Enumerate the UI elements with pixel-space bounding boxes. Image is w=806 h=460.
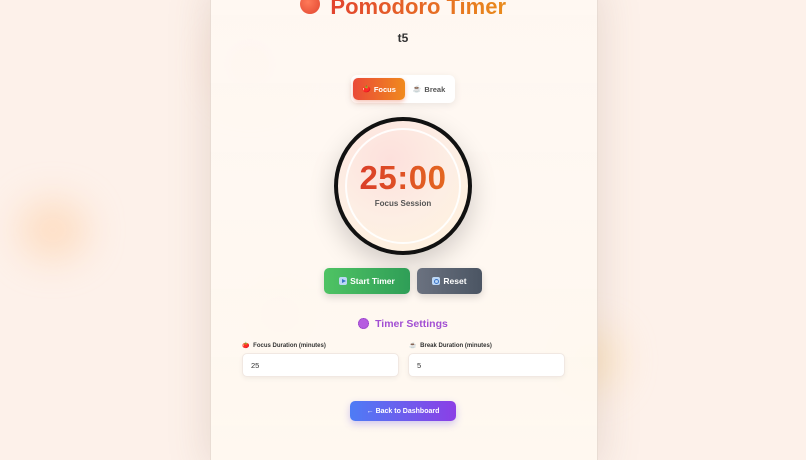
break-mode-label: Break — [424, 84, 446, 94]
page-title: Pomodoro Timer — [330, 0, 506, 19]
break-duration-label-text: Break Duration (minutes) — [420, 343, 492, 349]
break-mode-button[interactable]: ☕ Break — [405, 78, 453, 100]
reset-button[interactable]: Reset — [417, 268, 482, 294]
focus-mode-button[interactable]: 🍅 Focus — [353, 78, 405, 100]
timer-countdown: 25:00 — [338, 159, 468, 197]
settings-title: Timer Settings — [375, 318, 448, 330]
start-timer-button[interactable]: Start Timer — [324, 268, 410, 294]
timer-display: 25:00 Focus Session — [334, 117, 472, 255]
start-timer-label: Start Timer — [350, 276, 395, 286]
session-name: t5 — [397, 31, 409, 45]
play-icon — [339, 277, 348, 285]
coffee-icon: ☕ — [412, 86, 422, 93]
back-to-dashboard-button[interactable]: ← Back to Dashboard — [350, 401, 456, 421]
timer-session-label: Focus Session — [374, 199, 432, 208]
focus-duration-input[interactable] — [242, 353, 399, 377]
break-duration-input[interactable] — [408, 353, 565, 377]
back-to-dashboard-label: ← Back to Dashboard — [366, 407, 440, 415]
reset-icon — [432, 277, 441, 285]
gear-icon — [358, 317, 370, 329]
tomato-icon — [299, 0, 320, 14]
focus-mode-label: Focus — [373, 84, 396, 94]
background-blob — [18, 200, 88, 260]
page-header: Pomodoro Timer — [0, 0, 806, 20]
reset-label: Reset — [443, 276, 467, 286]
tomato-icon: 🍅 — [242, 343, 250, 349]
focus-duration-label-text: Focus Duration (minutes) — [253, 343, 326, 349]
coffee-icon: ☕ — [409, 343, 417, 349]
mode-toggle: 🍅 Focus ☕ Break — [351, 75, 455, 103]
tomato-icon: 🍅 — [362, 86, 371, 93]
settings-heading: Timer Settings — [0, 317, 806, 330]
break-duration-label: ☕ Break Duration (minutes) — [409, 342, 492, 349]
focus-duration-label: 🍅 Focus Duration (minutes) — [242, 342, 326, 349]
